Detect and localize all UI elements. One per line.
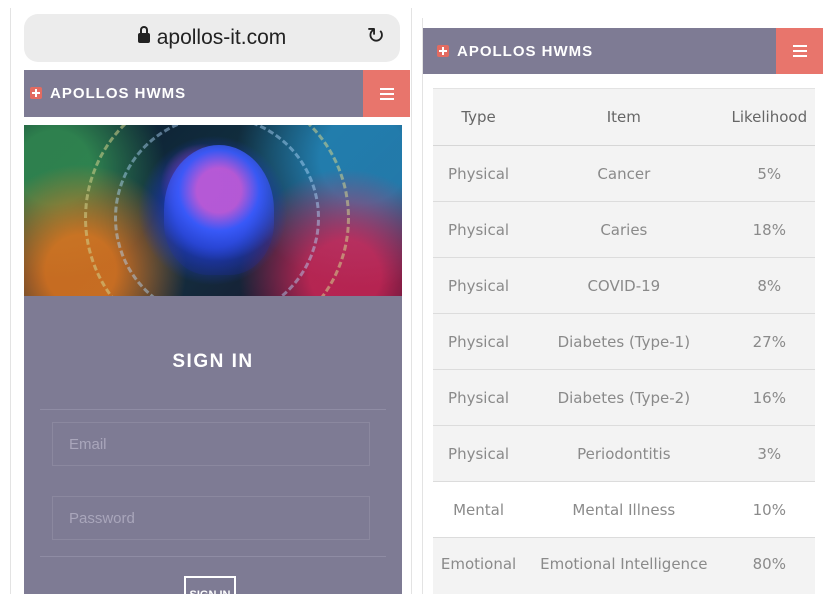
url-display[interactable]: apollos-it.com xyxy=(24,26,400,50)
cell-type: Physical xyxy=(433,145,525,202)
cell-item: Periodontitis xyxy=(524,425,724,482)
cell-item: COVID-19 xyxy=(524,257,724,314)
url-text: apollos-it.com xyxy=(156,26,287,49)
plus-logo-icon xyxy=(30,87,42,99)
hamburger-menu-icon xyxy=(379,87,394,100)
left-phone-screen: apollos-it.com ↻ APOLLOS HWMS SIGN IN SI… xyxy=(10,8,412,594)
table-row: Physical Cancer 5% xyxy=(433,145,815,202)
signin-title: SIGN IN xyxy=(172,351,254,372)
cell-type: Physical xyxy=(433,313,525,370)
cell-likelihood: 8% xyxy=(723,257,815,314)
hero-head-figure xyxy=(164,145,274,275)
column-header-likelihood[interactable]: Likelihood xyxy=(723,88,815,146)
table-row: Physical Periodontitis 3% xyxy=(433,425,815,482)
cell-item: Diabetes (Type-1) xyxy=(524,313,724,370)
lock-icon xyxy=(137,26,150,43)
cell-item: Diabetes (Type-2) xyxy=(524,369,724,426)
cell-type: Physical xyxy=(433,201,525,258)
brand-name: APOLLOS HWMS xyxy=(50,85,187,102)
divider xyxy=(40,556,386,557)
cell-type: Physical xyxy=(433,425,525,482)
brand-name: APOLLOS HWMS xyxy=(457,43,594,60)
cell-item: Mental Illness xyxy=(524,481,724,538)
email-field[interactable] xyxy=(52,422,370,466)
hero-image xyxy=(24,125,402,296)
column-header-item[interactable]: Item xyxy=(524,88,724,146)
cell-likelihood: 16% xyxy=(723,369,815,426)
brand-logo[interactable]: APOLLOS HWMS xyxy=(437,43,593,60)
app-header: APOLLOS HWMS xyxy=(423,28,823,74)
table-row: Emotional Emotional Intelligence 80% xyxy=(433,537,815,594)
plus-logo-icon xyxy=(437,45,449,57)
right-phone-screen: APOLLOS HWMS Type Item Likelihood Physic… xyxy=(422,18,838,594)
cell-likelihood: 27% xyxy=(723,313,815,370)
divider xyxy=(40,409,386,410)
signin-button[interactable]: SIGN IN xyxy=(184,576,236,594)
cell-type: Emotional xyxy=(433,537,525,594)
browser-address-bar[interactable]: apollos-it.com ↻ xyxy=(24,14,400,62)
cell-item: Caries xyxy=(524,201,724,258)
cell-likelihood: 3% xyxy=(723,425,815,482)
cell-type: Mental xyxy=(433,481,525,538)
cell-likelihood: 10% xyxy=(723,481,815,538)
cell-likelihood: 5% xyxy=(723,145,815,202)
menu-toggle-button[interactable] xyxy=(776,28,823,74)
table-row: Mental Mental Illness 10% xyxy=(433,481,815,538)
menu-toggle-button[interactable] xyxy=(363,70,410,117)
cell-item: Emotional Intelligence xyxy=(524,537,724,594)
cell-item: Cancer xyxy=(524,145,724,202)
app-header: APOLLOS HWMS xyxy=(24,70,410,117)
column-header-type[interactable]: Type xyxy=(433,88,525,146)
likelihood-table: Type Item Likelihood Physical Cancer 5% … xyxy=(433,88,815,594)
brand-logo[interactable]: APOLLOS HWMS xyxy=(30,85,186,102)
cell-likelihood: 80% xyxy=(723,537,815,594)
hamburger-menu-icon xyxy=(792,45,807,57)
password-field[interactable] xyxy=(52,496,370,540)
table-row: Physical Diabetes (Type-1) 27% xyxy=(433,313,815,370)
reload-icon[interactable]: ↻ xyxy=(367,24,385,49)
table-row: Physical COVID-19 8% xyxy=(433,257,815,314)
cell-type: Physical xyxy=(433,257,525,314)
table-header-row: Type Item Likelihood xyxy=(433,88,815,146)
signin-panel: SIGN IN SIGN IN xyxy=(24,296,402,594)
cell-likelihood: 18% xyxy=(723,201,815,258)
table-row: Physical Diabetes (Type-2) 16% xyxy=(433,369,815,426)
table-row: Physical Caries 18% xyxy=(433,201,815,258)
cell-type: Physical xyxy=(433,369,525,426)
